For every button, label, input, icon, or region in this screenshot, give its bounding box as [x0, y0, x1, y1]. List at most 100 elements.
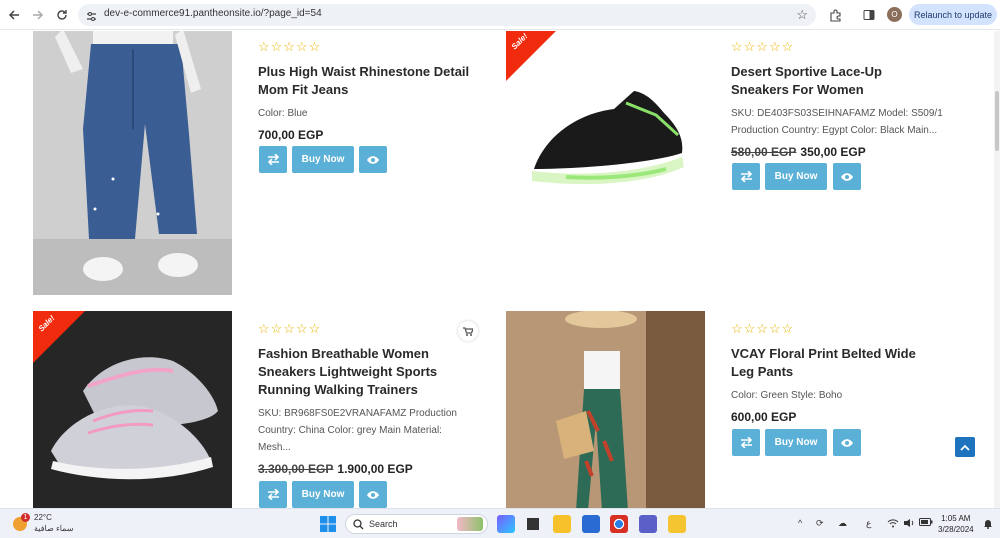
rating-stars: ☆☆☆☆☆ — [731, 39, 795, 54]
buy-now-button[interactable]: Buy Now — [765, 429, 827, 456]
buy-now-button[interactable]: Buy Now — [765, 163, 827, 190]
chrome-icon[interactable] — [610, 515, 628, 533]
product-price: 580,00 EGP 350,00 EGP — [731, 145, 866, 159]
description-line: Mesh... — [258, 442, 291, 453]
product-price: 600,00 EGP — [731, 410, 797, 424]
search-icon — [353, 519, 364, 530]
eye-icon — [367, 155, 379, 164]
description-line: SKU: DE403FS03SEIHNAFAMZ Model: S509/1 — [731, 108, 943, 119]
windows-start-icon[interactable] — [319, 515, 337, 533]
eye-icon — [367, 490, 379, 499]
product-title-line[interactable]: VCAY Floral Print Belted Wide — [731, 345, 961, 363]
compare-button[interactable] — [732, 163, 760, 190]
task-view-icon[interactable] — [524, 515, 542, 533]
product-title-line[interactable]: Desert Sportive Lace-Up — [731, 63, 961, 81]
add-to-cart-button[interactable] — [458, 321, 478, 341]
product-title-line[interactable]: Mom Fit Jeans — [258, 81, 488, 99]
eye-icon — [841, 172, 853, 181]
product-description: SKU: DE403FS03SEIHNAFAMZ Model: S509/1 P… — [731, 105, 961, 139]
sale-ribbon — [33, 311, 85, 363]
site-info-icon[interactable] — [86, 9, 97, 27]
buy-now-button[interactable]: Buy Now — [292, 481, 354, 508]
product-title-line[interactable]: Fashion Breathable Women — [258, 345, 488, 363]
search-highlight-icon — [457, 517, 483, 531]
description-line: SKU: BR968FS0E2VRANAFAMZ Production — [258, 408, 457, 419]
store-icon[interactable] — [582, 515, 600, 533]
compare-icon — [267, 489, 279, 500]
sale-ribbon — [506, 31, 558, 81]
profile-avatar[interactable]: O — [887, 7, 902, 22]
compare-button[interactable] — [259, 481, 287, 508]
browser-toolbar: dev-e-commerce91.pantheonsite.io/?page_i… — [0, 0, 1000, 30]
back-icon[interactable] — [4, 5, 24, 25]
file-explorer-icon[interactable] — [553, 515, 571, 533]
product-description: Color: Blue — [258, 105, 307, 122]
language-indicator[interactable]: ع — [866, 518, 871, 529]
forward-icon[interactable] — [28, 5, 48, 25]
compare-icon — [740, 171, 752, 182]
product-title-line[interactable]: Sneakers For Women — [731, 81, 961, 99]
search-placeholder: Search — [369, 519, 398, 529]
product-image-jeans[interactable] — [33, 31, 232, 295]
system-clock[interactable]: 1:05 AM 3/28/2024 — [938, 513, 974, 535]
wifi-icon[interactable] — [887, 518, 899, 530]
product-title-line[interactable]: Running Walking Trainers — [258, 381, 488, 399]
product-title[interactable]: Plus High Waist Rhinestone Detail Mom Fi… — [258, 63, 488, 99]
teams-icon[interactable] — [639, 515, 657, 533]
product-price: 700,00 EGP — [258, 128, 324, 142]
weather-text: سماء صافية — [34, 524, 74, 533]
quick-view-button[interactable] — [833, 429, 861, 456]
address-bar[interactable]: dev-e-commerce91.pantheonsite.io/?page_i… — [78, 4, 816, 26]
reload-icon[interactable] — [52, 5, 72, 25]
page-scrollbar[interactable] — [994, 31, 1000, 508]
description-line: Color: Green Style: Boho — [731, 390, 843, 401]
sale-price: 1.900,00 EGP — [337, 462, 413, 476]
description-line: Country: China Color: grey Main Material… — [258, 425, 442, 436]
compare-button[interactable] — [259, 146, 287, 173]
product-description: Color: Green Style: Boho — [731, 387, 842, 404]
copilot-icon[interactable] — [497, 515, 515, 533]
extensions-icon[interactable] — [826, 6, 844, 24]
product-title[interactable]: Fashion Breathable Women Sneakers Lightw… — [258, 345, 488, 399]
notification-badge: 1 — [21, 513, 30, 522]
rating-stars: ☆☆☆☆☆ — [258, 39, 322, 54]
old-price: 3.300,00 EGP — [258, 462, 334, 476]
battery-icon[interactable] — [919, 518, 933, 528]
cart-icon — [463, 326, 473, 336]
rating-stars: ☆☆☆☆☆ — [731, 321, 795, 336]
product-description: SKU: BR968FS0E2VRANAFAMZ Production Coun… — [258, 405, 488, 456]
quick-view-button[interactable] — [833, 163, 861, 190]
chevron-up-icon[interactable]: ^ — [798, 518, 802, 528]
compare-button[interactable] — [732, 429, 760, 456]
rating-stars: ☆☆☆☆☆ — [258, 321, 322, 336]
product-image-floral-pants[interactable] — [506, 311, 705, 508]
product-title-line[interactable]: Leg Pants — [731, 363, 961, 381]
relaunch-button[interactable]: Relaunch to update — [909, 4, 997, 25]
cloud-icon[interactable]: ☁ — [838, 518, 847, 529]
product-listing: ☆☆☆☆☆ Plus High Waist Rhinestone Detail … — [0, 31, 1000, 508]
scrollbar-thumb[interactable] — [995, 91, 999, 151]
volume-icon[interactable] — [903, 518, 915, 530]
product-title-line[interactable]: Plus High Waist Rhinestone Detail — [258, 63, 488, 81]
product-title[interactable]: VCAY Floral Print Belted Wide Leg Pants — [731, 345, 961, 381]
clock-date: 3/28/2024 — [938, 525, 974, 534]
bookmark-star-icon[interactable]: ☆ — [796, 7, 808, 23]
description-line: Color: Blue — [258, 108, 308, 119]
product-title[interactable]: Desert Sportive Lace-Up Sneakers For Wom… — [731, 63, 961, 99]
chevron-up-icon — [960, 444, 970, 451]
sync-icon[interactable]: ⟳ — [816, 518, 824, 529]
clock-time: 1:05 AM — [941, 514, 971, 523]
scroll-to-top-button[interactable] — [955, 437, 975, 457]
quick-view-button[interactable] — [359, 146, 387, 173]
compare-icon — [267, 154, 279, 165]
notification-bell-icon[interactable] — [983, 518, 993, 531]
buy-now-button[interactable]: Buy Now — [292, 146, 354, 173]
notes-icon[interactable] — [668, 515, 686, 533]
taskbar-search[interactable]: Search — [345, 514, 488, 534]
old-price: 580,00 EGP — [731, 145, 797, 159]
product-title-line[interactable]: Sneakers Lightweight Sports — [258, 363, 488, 381]
weather-widget[interactable]: 1 22°C سماء صافية — [10, 512, 74, 534]
side-panel-icon[interactable] — [860, 6, 878, 24]
quick-view-button[interactable] — [359, 481, 387, 508]
url-text: dev-e-commerce91.pantheonsite.io/?page_i… — [104, 8, 322, 19]
